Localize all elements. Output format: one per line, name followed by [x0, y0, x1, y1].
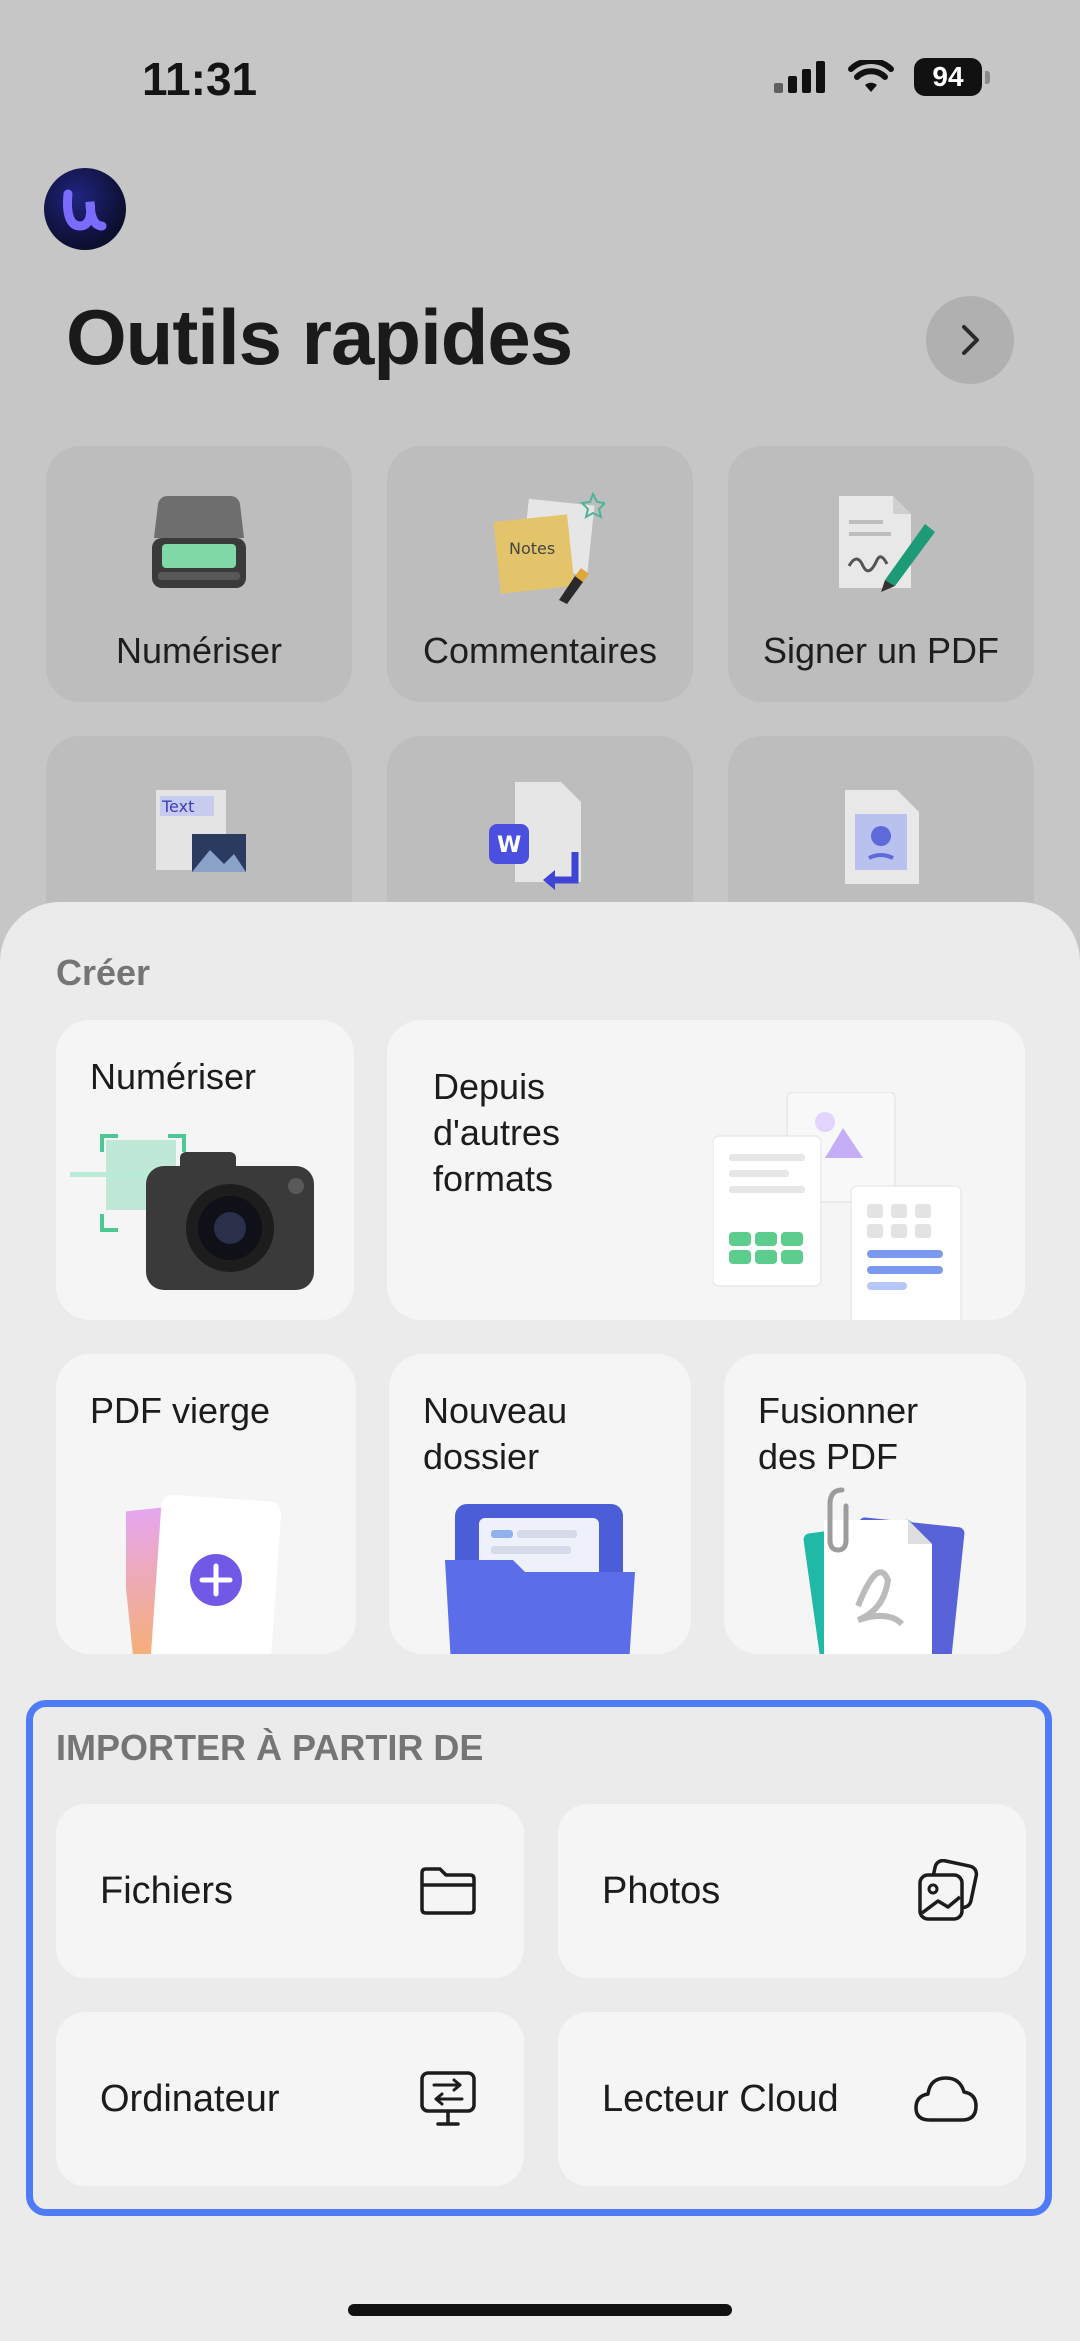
app-logo[interactable]: [44, 168, 126, 250]
import-cloud-label: Lecteur Cloud: [602, 2077, 839, 2120]
create-title: Créer: [56, 952, 151, 993]
create-merge-label: Fusionner des PDF: [758, 1390, 919, 1477]
scanner-icon: [152, 496, 246, 588]
status-icons: 94: [774, 58, 990, 96]
photos-icon: [918, 1859, 979, 1921]
folder-icon: [420, 1867, 476, 1915]
status-time: 11:31: [142, 53, 258, 105]
create-scan-label: Numériser: [90, 1056, 257, 1097]
svg-text:Notes: Notes: [509, 539, 555, 558]
create-blank-pdf-card[interactable]: PDF vierge: [56, 1354, 356, 1654]
formats-illustration-icon: [713, 1092, 962, 1320]
signature-icon: [839, 496, 935, 592]
import-photos-button[interactable]: Photos: [558, 1804, 1026, 1978]
create-blank-label: PDF vierge: [90, 1390, 271, 1431]
home-indicator[interactable]: [348, 2304, 732, 2316]
see-all-button[interactable]: [926, 296, 1014, 384]
signal-icon: [774, 61, 825, 93]
tool-comments[interactable]: Notes Commentaires: [387, 446, 693, 702]
create-new-folder-card[interactable]: Nouveau dossier: [389, 1354, 691, 1654]
tool-scan[interactable]: Numériser: [46, 446, 352, 702]
notes-icon: Notes: [493, 491, 605, 604]
tool-sign[interactable]: Signer un PDF: [728, 446, 1034, 702]
import-title: IMPORTER À PARTIR DE: [56, 1727, 484, 1768]
computer-transfer-icon: [420, 2071, 476, 2126]
image-file-icon: [845, 790, 919, 884]
svg-text:W: W: [497, 833, 521, 858]
import-computer-label: Ordinateur: [100, 2077, 280, 2120]
create-scan-card[interactable]: Numériser: [56, 1020, 354, 1320]
import-photos-label: Photos: [602, 1869, 721, 1912]
create-folder-label: Nouveau dossier: [423, 1390, 568, 1477]
import-computer-button[interactable]: Ordinateur: [56, 2012, 524, 2186]
page-title: Outils rapides: [66, 293, 573, 381]
create-merge-card[interactable]: Fusionner des PDF: [724, 1354, 1026, 1654]
folder-illustration-icon: [445, 1504, 635, 1654]
merge-pdf-icon: [803, 1487, 965, 1654]
logo-icon: [63, 189, 107, 231]
camera-icon: [70, 1134, 314, 1290]
word-convert-icon: W: [489, 782, 581, 890]
create-formats-label: Depuis d'autres formats: [433, 1066, 560, 1199]
import-files-label: Fichiers: [100, 1869, 234, 1912]
create-from-formats-card[interactable]: Depuis d'autres formats: [387, 1020, 1025, 1320]
import-files-button[interactable]: Fichiers: [56, 1804, 524, 1978]
import-section: IMPORTER À PARTIR DE Fichiers Photos Ord…: [26, 1700, 1052, 2216]
cloud-icon: [914, 2076, 978, 2122]
tool-label: Signer un PDF: [762, 630, 1000, 671]
import-cloud-button[interactable]: Lecteur Cloud: [558, 2012, 1026, 2186]
battery-indicator: 94: [914, 58, 982, 96]
svg-text:Text: Text: [161, 797, 194, 816]
wifi-icon: [848, 60, 894, 92]
chevron-right-icon: [962, 325, 979, 355]
blank-pdf-icon: [126, 1494, 282, 1654]
tool-label: Commentaires: [422, 630, 658, 671]
tool-label: Numériser: [115, 630, 283, 671]
text-image-icon: Text: [156, 790, 246, 872]
